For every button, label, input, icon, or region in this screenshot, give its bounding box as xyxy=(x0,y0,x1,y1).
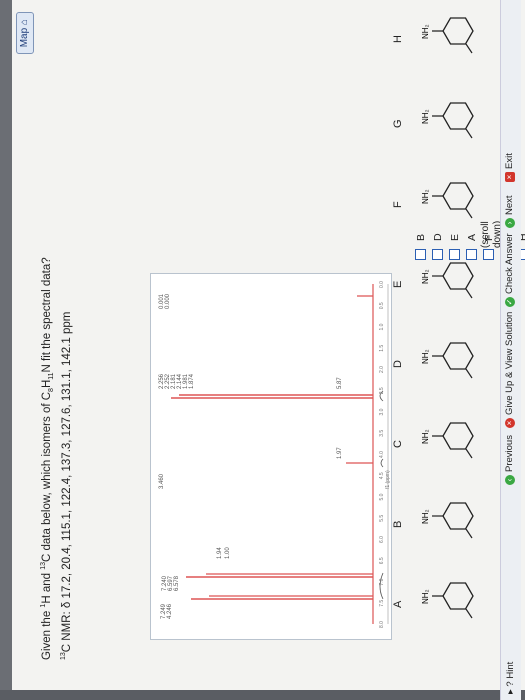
hint-arrow-icon: ▸ xyxy=(505,689,516,694)
benzene-ring xyxy=(442,17,474,45)
previous-icon: ‹ xyxy=(504,475,515,485)
x-tick-label: 2.0 xyxy=(379,366,385,373)
map-button[interactable]: Map ⌂ xyxy=(16,12,34,55)
molecule-label: F xyxy=(392,201,404,208)
integral-nh2 xyxy=(380,458,384,468)
nh2-label: NH₂ xyxy=(421,189,430,204)
methyl-bond xyxy=(465,43,473,54)
x-tick-label: 6.0 xyxy=(379,536,385,543)
spectrum-svg: 7.240 6.597 6.578 7.249 4.246 1.94 1.00 … xyxy=(159,281,391,628)
screenshot-stage: Given the 1H and 13C data below, which i… xyxy=(0,0,525,700)
c13-nmr-data: 13C NMR: δ 17.2, 20.4, 115.1, 122.4, 137… xyxy=(60,311,73,660)
x-tick-label: 1.5 xyxy=(379,345,385,352)
benzene-ring xyxy=(442,262,474,290)
exit-button[interactable]: × Exit xyxy=(504,153,515,182)
nh2-label: NH₂ xyxy=(421,24,430,39)
methyl-bond xyxy=(465,208,473,219)
molecule-label: E xyxy=(392,280,404,288)
integral-label-nh2: 1.97 xyxy=(337,447,343,459)
molecule-f: NH₂ xyxy=(410,168,490,224)
molecule-b: NH₂ xyxy=(410,488,490,544)
exit-icon: × xyxy=(504,172,515,182)
methyl-bond xyxy=(465,528,473,539)
give-up-button[interactable]: × Give Up & View Solution xyxy=(504,312,515,428)
question-text: Given the 1H and 13C data below, which i… xyxy=(40,257,56,660)
previous-button[interactable]: ‹ Previous xyxy=(504,435,515,485)
choice-label: B xyxy=(414,233,427,241)
h1-nmr-spectrum: 7.240 6.597 6.578 7.249 4.246 1.94 1.00 … xyxy=(150,273,392,640)
nh2-label: NH₂ xyxy=(421,349,430,364)
x-tick-label: 2.5 xyxy=(379,387,385,394)
check-answer-button[interactable]: ✓ Check Answer xyxy=(504,233,515,307)
benzene-ring xyxy=(442,582,474,610)
x-tick-label: 8.0 xyxy=(379,621,385,628)
nh2-label: NH₂ xyxy=(421,429,430,444)
nh2-label: NH₂ xyxy=(421,269,430,284)
x-tick-label: 6.5 xyxy=(379,557,385,564)
choice-label: D xyxy=(431,233,444,241)
molecule-a: NH₂ xyxy=(410,568,490,624)
peak-label: 6.578 xyxy=(174,575,180,591)
integral-label-methyl: 5.87 xyxy=(337,377,343,389)
benzene-ring xyxy=(442,102,474,130)
molecule-label: H xyxy=(392,35,404,43)
benzene-ring xyxy=(442,342,474,370)
choice-label: A xyxy=(465,233,478,241)
x-tick-label: 0.0 xyxy=(379,281,385,288)
x-tick-label: 5.0 xyxy=(379,493,385,500)
x-tick-label: 4.0 xyxy=(379,451,385,458)
molecule-label: B xyxy=(392,520,404,528)
peak-label: 1.874 xyxy=(189,373,195,389)
nh2-label: NH₂ xyxy=(421,589,430,604)
peak-label: 4.246 xyxy=(167,603,173,619)
x-tick-label: 3.5 xyxy=(379,430,385,437)
molecule-c: NH₂ xyxy=(410,408,490,464)
molecule-label: A xyxy=(392,600,404,608)
choice-label: E xyxy=(448,233,461,241)
benzene-ring xyxy=(442,502,474,530)
peak-label: 0.000 xyxy=(165,293,171,309)
molecule-label: D xyxy=(392,360,404,368)
hint-link[interactable]: ▸ ? Hint xyxy=(505,662,516,694)
map-icon: ⌂ xyxy=(19,19,30,26)
next-button[interactable]: › Next xyxy=(504,195,515,228)
integral-aromatic xyxy=(379,572,384,600)
benzene-ring xyxy=(442,182,474,210)
help-icon: ? xyxy=(505,681,516,687)
molecule-d: NH₂ xyxy=(410,328,490,384)
give-up-icon: × xyxy=(504,418,515,428)
integral-label: 1.94 xyxy=(217,547,223,559)
methyl-bond xyxy=(465,288,473,299)
x-tick-label: 7.5 xyxy=(379,600,385,607)
screen-bezel xyxy=(0,690,525,700)
methyl-bond xyxy=(465,128,473,139)
methyl-bond xyxy=(465,608,473,619)
nh2-label: NH₂ xyxy=(421,509,430,524)
next-icon: › xyxy=(504,218,515,228)
x-tick-label: 7.0 xyxy=(379,578,385,585)
molecule-g: NH₂ xyxy=(410,88,490,144)
molecule-label: G xyxy=(392,119,404,128)
molecule-e: NH₂ xyxy=(410,248,490,304)
x-axis-label: f1 (ppm) xyxy=(385,470,391,489)
benzene-ring xyxy=(442,422,474,450)
x-tick-label: 3.0 xyxy=(379,408,385,415)
peak-label-nh2: 3.460 xyxy=(159,473,165,489)
methyl-bond xyxy=(465,368,473,379)
methyl-bond xyxy=(465,448,473,459)
nav-bar: ▸ ? Hint ‹ Previous × Give Up & View Solut… xyxy=(500,0,521,700)
nh2-label: NH₂ xyxy=(421,109,430,124)
x-tick-label: 0.5 xyxy=(379,302,385,309)
browser-top-strip xyxy=(0,0,12,700)
check-icon: ✓ xyxy=(504,297,515,307)
integral-label: 1.00 xyxy=(225,547,231,559)
molecule-h: NH₂ xyxy=(410,3,490,59)
molecule-label: C xyxy=(392,440,404,448)
x-tick-label: 5.5 xyxy=(379,515,385,522)
x-tick-label: 1.0 xyxy=(379,323,385,330)
question-page: Given the 1H and 13C data below, which i… xyxy=(0,0,525,700)
